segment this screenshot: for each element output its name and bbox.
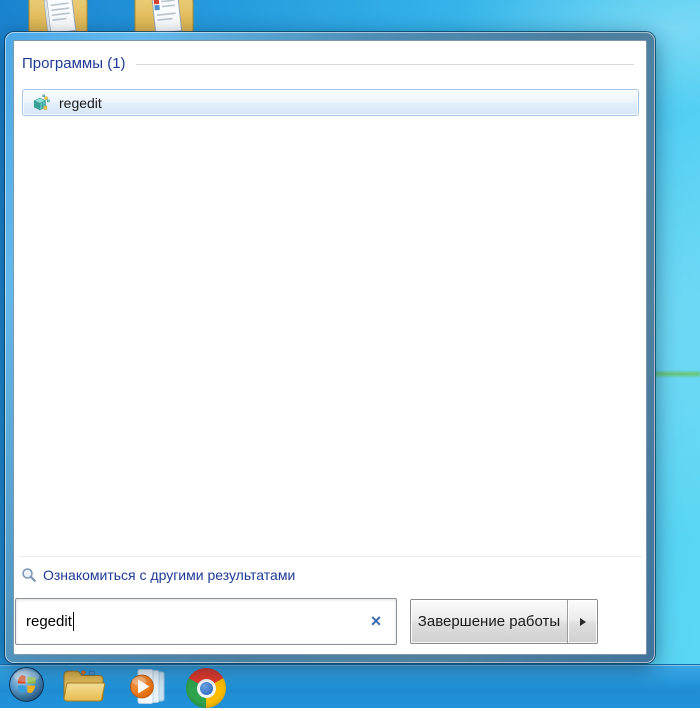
programs-header-label: Программы (1): [22, 55, 126, 72]
taskbar-item-chrome[interactable]: [186, 668, 226, 708]
start-orb-icon: [8, 666, 45, 703]
shutdown-split-button: Завершение работы: [410, 599, 598, 644]
clear-search-button[interactable]: ×: [365, 599, 387, 644]
search-result-regedit[interactable]: regedit: [22, 89, 639, 116]
windows-media-player-icon: [127, 668, 169, 705]
see-more-results-link[interactable]: Ознакомиться с другими результатами: [21, 563, 634, 587]
shutdown-button[interactable]: Завершение работы: [411, 600, 568, 643]
start-button[interactable]: [8, 666, 45, 703]
result-label: regedit: [59, 95, 102, 111]
right-arrow-icon: [580, 618, 586, 626]
search-input-value: regedit: [26, 613, 72, 630]
start-menu-results-area: Программы (1) regedit: [13, 40, 647, 655]
search-input[interactable]: regedit ×: [15, 598, 397, 645]
results-bottom-divider: [18, 556, 642, 557]
explorer-folder-icon: [61, 665, 107, 706]
taskbar-item-media-player[interactable]: [127, 668, 169, 705]
text-caret: [73, 612, 74, 631]
chrome-icon-center: [200, 682, 213, 695]
section-divider: [136, 64, 634, 65]
taskbar-item-explorer[interactable]: [61, 665, 107, 706]
taskbar: [0, 664, 700, 708]
chrome-icon: [186, 668, 226, 708]
shutdown-options-arrow[interactable]: [568, 600, 597, 643]
regedit-icon: [32, 94, 50, 112]
search-icon: [21, 567, 37, 583]
see-more-results-label: Ознакомиться с другими результатами: [43, 567, 295, 583]
programs-section-header: Программы (1): [22, 55, 634, 72]
start-menu-panel: Программы (1) regedit: [5, 32, 655, 663]
